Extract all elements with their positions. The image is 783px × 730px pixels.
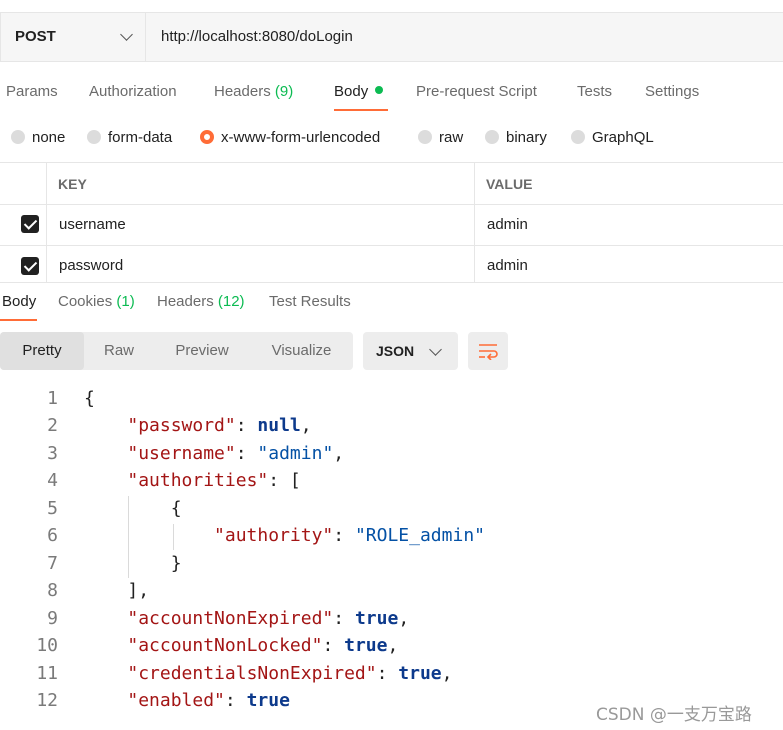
body-indicator-dot <box>375 86 384 94</box>
param-value-cell[interactable]: admin <box>487 257 528 274</box>
row-checkbox-username[interactable] <box>21 215 39 233</box>
tab-headers-label: Headers <box>214 83 271 100</box>
tab-pre-request-script[interactable]: Pre-request Script <box>416 83 537 100</box>
url-input[interactable]: http://localhost:8080/doLogin <box>161 28 353 45</box>
response-tab-count: (12) <box>217 293 245 310</box>
view-visualize-button[interactable]: Visualize <box>253 332 350 370</box>
line-number: 7 <box>47 553 58 574</box>
param-key-cell[interactable]: password <box>59 257 123 274</box>
view-pretty-button[interactable]: Pretty <box>0 332 84 370</box>
radio-label: raw <box>439 129 464 146</box>
radio-form-data[interactable]: form-data <box>87 129 172 146</box>
tab-tests[interactable]: Tests <box>577 83 612 100</box>
table-bottom-border <box>0 282 783 283</box>
chevron-down-icon <box>429 343 442 356</box>
code-line: "enabled": true <box>127 690 290 711</box>
code-line: "authority": "ROLE_admin" <box>214 525 485 546</box>
tab-settings[interactable]: Settings <box>645 83 699 100</box>
column-header-value: VALUE <box>486 176 533 192</box>
tab-headers[interactable]: Headers (9) <box>214 83 293 100</box>
watermark-text: CSDN @一支万宝路 <box>596 705 752 725</box>
response-tab-underline <box>0 319 37 321</box>
format-label: JSON <box>376 343 415 359</box>
tab-authorization[interactable]: Authorization <box>89 83 177 100</box>
radio-label: binary <box>506 129 547 146</box>
radio-label: x-www-form-urlencoded <box>221 129 381 146</box>
radio-x-www-form-urlencoded[interactable]: x-www-form-urlencoded <box>200 129 380 146</box>
table-col-divider <box>474 162 475 282</box>
view-mode-group: Pretty Raw Preview Visualize <box>0 332 353 370</box>
response-tab-cookies[interactable]: Cookies (1) <box>58 293 135 310</box>
url-bar: POST http://localhost:8080/doLogin <box>0 12 783 62</box>
radio-icon <box>571 130 585 144</box>
tab-body[interactable]: Body <box>334 83 384 100</box>
line-number: 8 <box>47 580 58 601</box>
tab-params[interactable]: Params <box>6 83 58 100</box>
code-line: { <box>84 388 95 409</box>
format-select[interactable]: JSON <box>363 332 458 370</box>
code-line: { <box>170 498 182 519</box>
radio-label: none <box>32 129 66 146</box>
method-select[interactable]: POST <box>1 13 146 61</box>
response-tab-body[interactable]: Body <box>2 293 36 310</box>
radio-icon <box>11 130 25 144</box>
code-line: "accountNonExpired": true, <box>127 608 410 629</box>
row-checkbox-password[interactable] <box>21 257 39 275</box>
wrap-lines-icon <box>479 344 498 360</box>
tab-body-label: Body <box>334 83 369 100</box>
table-top-border <box>0 162 783 163</box>
response-tab-test-results[interactable]: Test Results <box>269 293 351 310</box>
active-tab-underline <box>334 109 388 111</box>
radio-none[interactable]: none <box>11 129 65 146</box>
radio-icon <box>418 130 432 144</box>
radio-raw[interactable]: raw <box>418 129 463 146</box>
tab-headers-count: (9) <box>274 83 294 100</box>
response-tab-count: (1) <box>116 293 135 310</box>
column-header-key: KEY <box>58 176 87 192</box>
table-row-border <box>0 245 783 246</box>
param-key-cell[interactable]: username <box>59 216 126 233</box>
table-header-border <box>0 204 783 205</box>
radio-label: GraphQL <box>592 129 654 146</box>
code-line: "credentialsNonExpired": true, <box>127 663 453 684</box>
line-number: 1 <box>47 388 58 409</box>
response-tab-headers[interactable]: Headers (12) <box>157 293 245 310</box>
radio-selected-icon <box>200 130 214 144</box>
table-col-divider <box>46 162 47 282</box>
code-line: "authorities": [ <box>127 470 301 491</box>
radio-binary[interactable]: binary <box>485 129 547 146</box>
line-number: 11 <box>36 663 58 684</box>
line-number: 5 <box>47 498 58 519</box>
view-preview-button[interactable]: Preview <box>155 332 249 370</box>
line-number: 9 <box>47 608 58 629</box>
line-number: 12 <box>36 690 58 711</box>
view-raw-button[interactable]: Raw <box>86 332 152 370</box>
code-line: ], <box>127 580 150 601</box>
code-line: "password": null, <box>127 415 312 436</box>
param-value-cell[interactable]: admin <box>487 216 528 233</box>
code-line: } <box>170 553 182 574</box>
radio-graphql[interactable]: GraphQL <box>571 129 654 146</box>
chevron-down-icon <box>120 28 133 41</box>
line-number: 6 <box>47 525 58 546</box>
radio-icon <box>87 130 101 144</box>
line-number: 2 <box>47 415 58 436</box>
code-line: "username": "admin", <box>127 443 345 464</box>
line-number: 3 <box>47 443 58 464</box>
line-number: 10 <box>36 635 58 656</box>
radio-label: form-data <box>108 129 173 146</box>
radio-icon <box>485 130 499 144</box>
wrap-lines-button[interactable] <box>468 332 508 370</box>
response-tab-label: Headers <box>157 293 214 310</box>
method-label: POST <box>15 28 56 45</box>
response-tab-label: Cookies <box>58 293 113 310</box>
line-number: 4 <box>47 470 58 491</box>
code-line: "accountNonLocked": true, <box>127 635 399 656</box>
